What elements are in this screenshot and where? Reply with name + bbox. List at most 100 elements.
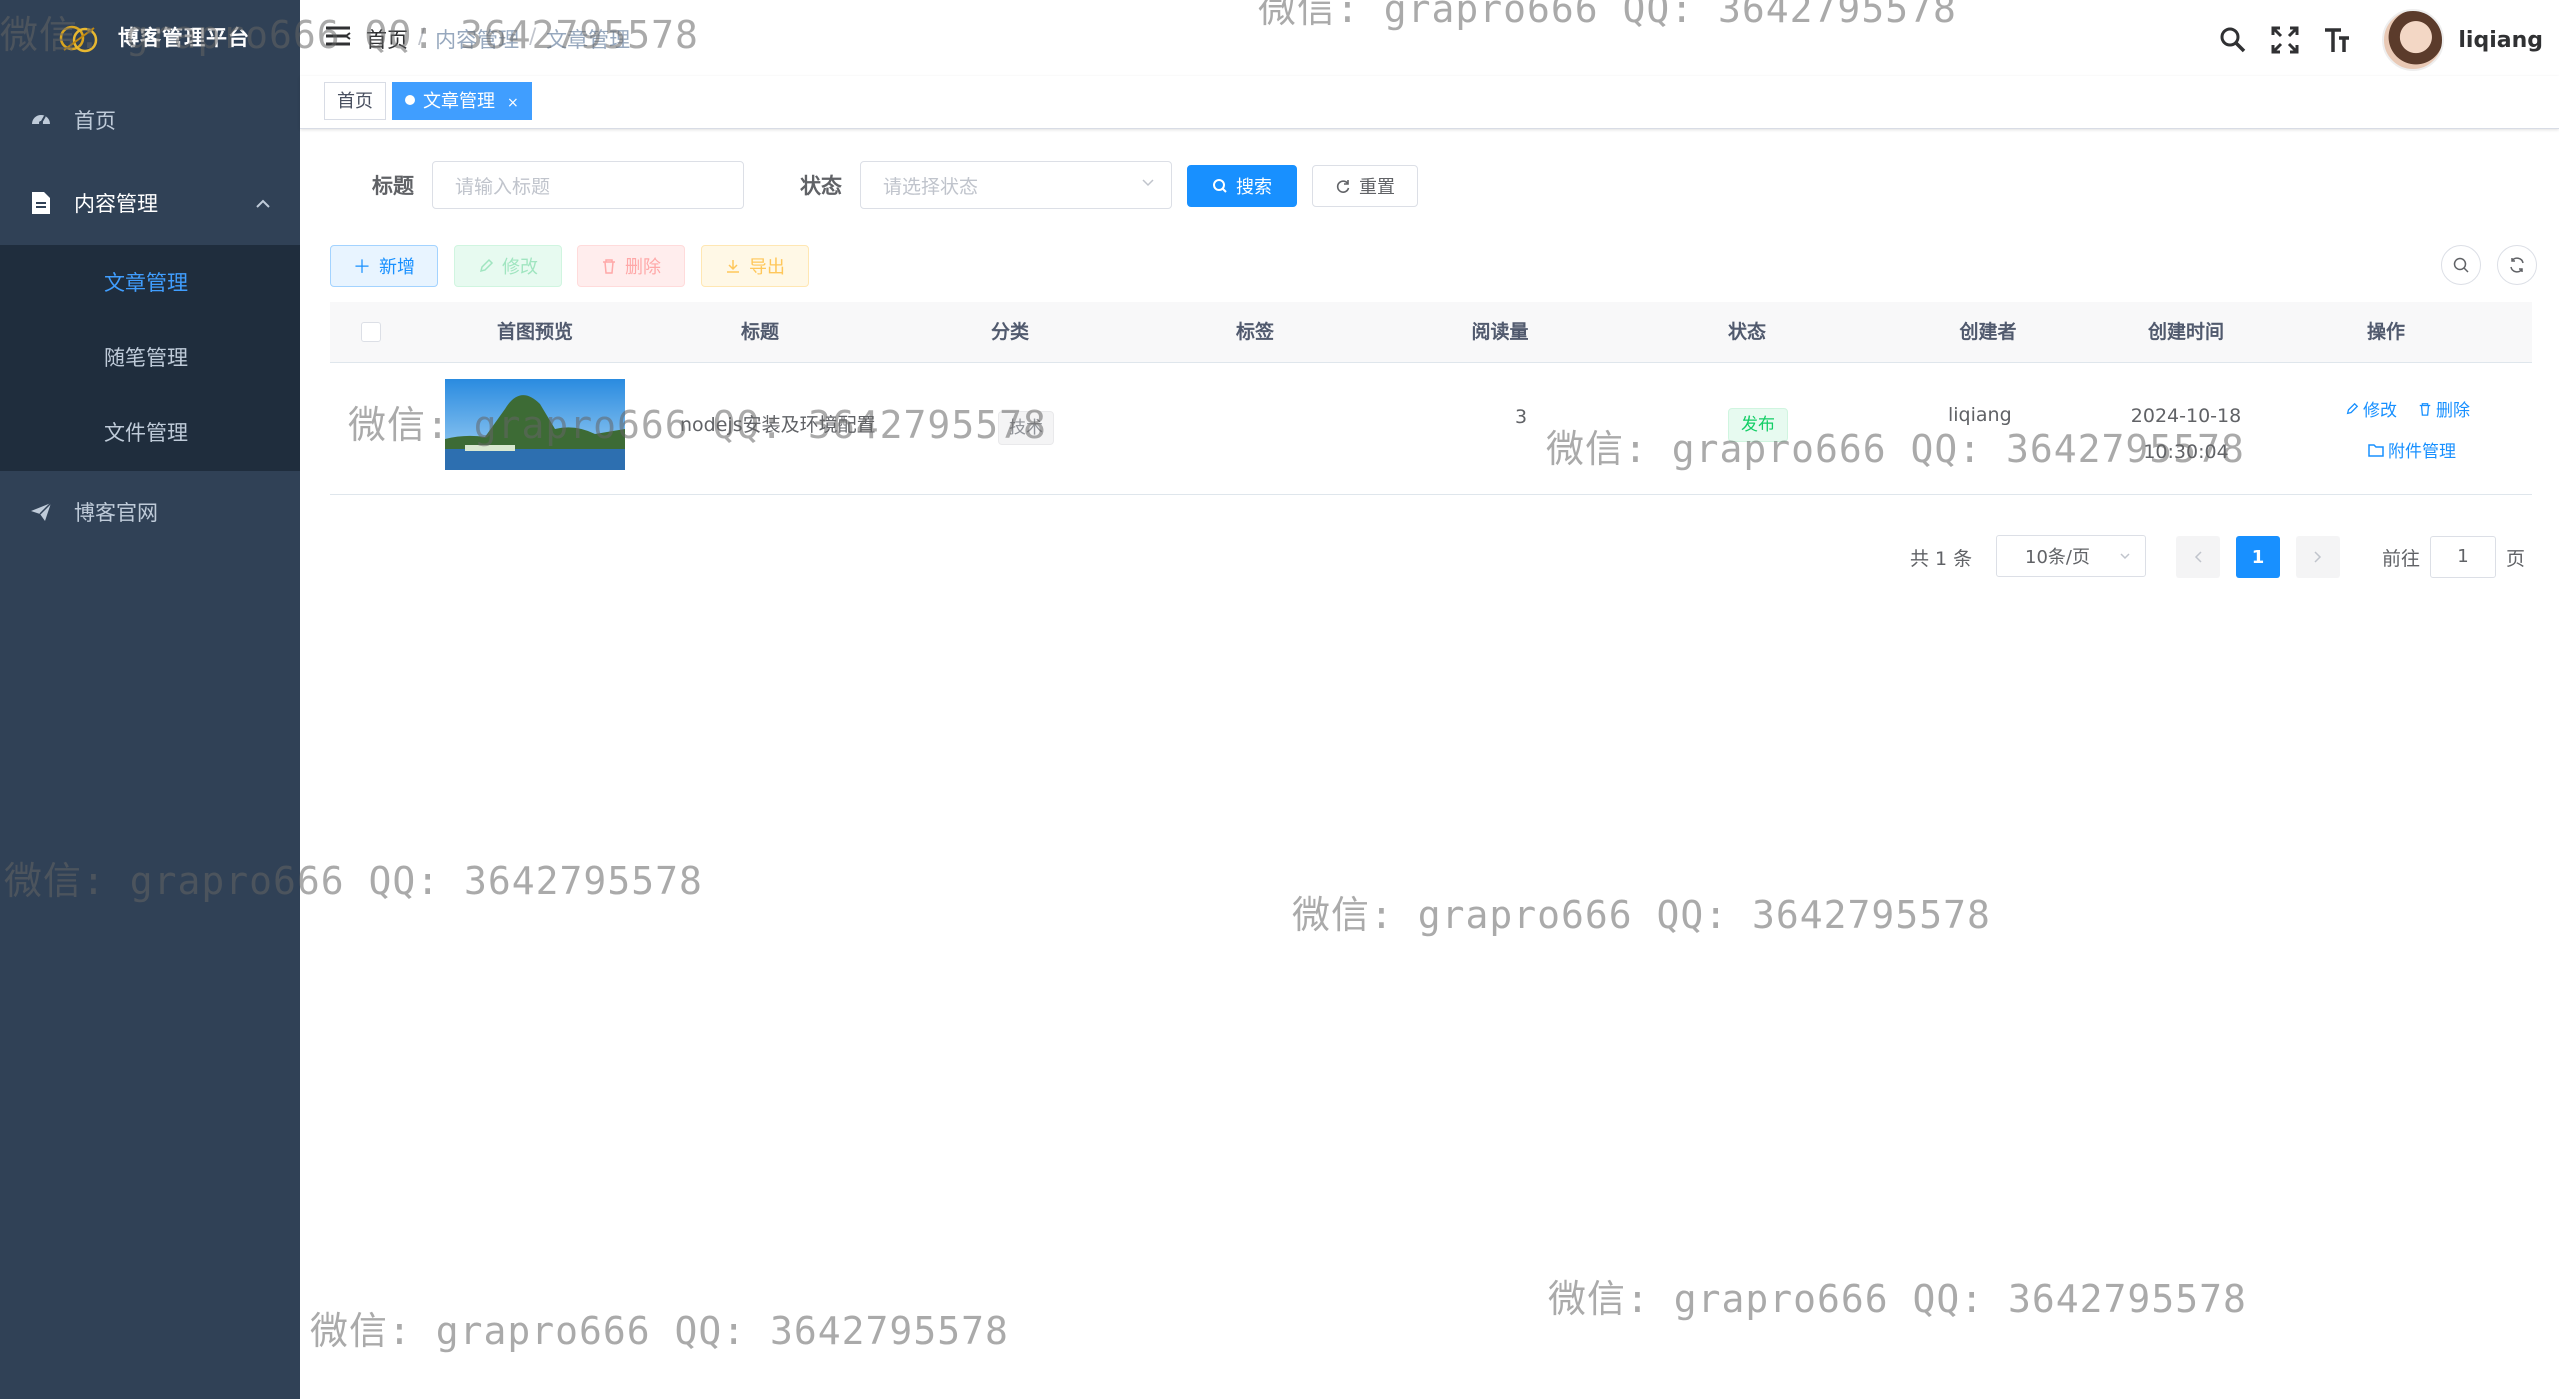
column-header: 操作 — [2366, 321, 2405, 343]
username[interactable]: liqiang — [2458, 28, 2543, 53]
fullscreen-icon[interactable] — [2270, 25, 2300, 55]
column-header: 首图预览 — [496, 321, 573, 343]
export-button-label: 导出 — [749, 257, 785, 278]
watermark-text: 微信: grapro666 QQ: 3642795578 — [310, 1309, 1009, 1353]
prev-page-button[interactable] — [2176, 536, 2220, 578]
tag-home[interactable]: 首页 — [324, 82, 386, 120]
edit-icon — [479, 258, 494, 273]
breadcrumb-articles: 文章管理 — [546, 28, 631, 52]
edit-button-label: 修改 — [502, 257, 538, 278]
refresh-icon — [1336, 180, 1350, 193]
submenu-item-files[interactable]: 文件管理 — [0, 395, 300, 469]
search-icon — [2453, 257, 2469, 273]
tag-articles-label: 文章管理 — [423, 91, 495, 112]
creator-name: liqiang — [1948, 404, 2012, 426]
chevron-down-icon — [2120, 553, 2130, 560]
status-label: 状态 — [800, 174, 842, 198]
search-icon — [1213, 179, 1227, 193]
paper-plane-icon — [28, 499, 54, 525]
table-header: 首图预览 标题 分类 标签 阅读量 状态 创建者 创建时间 操作 — [330, 302, 2532, 363]
submenu-content: 文章管理 随笔管理 文件管理 — [0, 245, 300, 471]
column-header: 分类 — [990, 321, 1029, 343]
tags-view: 首页 文章管理 × — [300, 76, 2559, 129]
watermark-text: 微信: grapro666 QQ: 3642795578 — [1548, 1277, 2247, 1321]
logo-row[interactable]: 博客管理平台 — [0, 0, 300, 76]
menu-item-home[interactable]: 首页 — [0, 80, 300, 160]
create-date: 2024-10-18 — [2130, 405, 2242, 427]
cover-thumbnail[interactable] — [445, 379, 625, 470]
menu-item-blog-site[interactable]: 博客官网 — [0, 472, 300, 552]
goto-suffix: 页 — [2506, 548, 2526, 570]
app-title: 博客管理平台 — [118, 26, 250, 50]
export-button[interactable]: 导出 — [701, 245, 809, 287]
page-number-button[interactable]: 1 — [2236, 536, 2280, 578]
avatar[interactable] — [2382, 9, 2445, 71]
delete-button[interactable]: 删除 — [577, 245, 685, 287]
column-header: 创建者 — [1959, 321, 2017, 343]
breadcrumb-home[interactable]: 首页 — [366, 24, 408, 54]
title-label: 标题 — [372, 174, 414, 198]
hamburger-icon[interactable] — [324, 24, 352, 48]
logo-icon — [59, 25, 98, 53]
close-icon[interactable]: × — [507, 95, 519, 111]
submenu-label-files: 文件管理 — [104, 421, 188, 445]
folder-icon — [2368, 443, 2384, 457]
row-delete-label: 删除 — [2436, 401, 2470, 421]
row-title: nodejs安装及环境配置 — [680, 414, 876, 436]
refresh-icon — [2510, 257, 2524, 273]
row-attachments-label: 附件管理 — [2388, 442, 2456, 462]
pagination-total: 共 1 条 — [1910, 548, 1973, 570]
menu-item-content[interactable]: 内容管理 — [0, 163, 300, 243]
row-attachments-link[interactable]: 附件管理 — [2368, 437, 2456, 462]
toggle-search-button[interactable] — [2441, 245, 2481, 285]
refresh-table-button[interactable] — [2497, 245, 2537, 285]
next-page-button[interactable] — [2296, 536, 2340, 578]
navbar-right: liqiang — [2218, 9, 2543, 71]
reset-button[interactable]: 重置 — [1312, 165, 1418, 207]
breadcrumb: 首页 / 内容管理 / 文章管理 — [366, 24, 630, 54]
table-row: nodejs安装及环境配置 技术 3 发布 liqiang 2024-10-18… — [330, 362, 2532, 495]
status-select[interactable]: 请选择状态 — [860, 161, 1172, 209]
search-icon[interactable] — [2218, 25, 2248, 55]
page-size-select[interactable]: 10条/页 — [1996, 535, 2146, 577]
column-header: 标题 — [740, 321, 779, 343]
row-delete-link[interactable]: 删除 — [2418, 396, 2470, 421]
status-tag: 发布 — [1728, 408, 1788, 442]
download-icon — [727, 260, 739, 273]
status-placeholder: 请选择状态 — [883, 175, 979, 198]
submenu-item-essays[interactable]: 随笔管理 — [0, 320, 300, 394]
navbar: 首页 / 内容管理 / 文章管理 liqiang — [300, 0, 2559, 76]
title-search-input[interactable]: 请输入标题 — [432, 161, 744, 209]
column-header: 标签 — [1235, 321, 1274, 343]
submenu-label-articles: 文章管理 — [104, 271, 188, 295]
edit-icon — [2346, 402, 2359, 414]
document-icon — [28, 190, 54, 216]
submenu-item-articles[interactable]: 文章管理 — [0, 245, 300, 319]
goto-page-input[interactable]: 1 — [2430, 536, 2496, 578]
tag-articles[interactable]: 文章管理 × — [392, 82, 532, 120]
trash-icon — [603, 259, 615, 274]
add-button-label: 新增 — [379, 257, 415, 278]
reset-button-label: 重置 — [1359, 177, 1395, 198]
delete-button-label: 删除 — [625, 257, 661, 278]
chevron-right-icon — [2314, 551, 2322, 563]
select-all-checkbox[interactable] — [361, 322, 381, 342]
dashboard-icon — [28, 107, 54, 133]
row-edit-label: 修改 — [2363, 401, 2397, 421]
breadcrumb-content: 内容管理 — [435, 28, 520, 52]
category-tag: 技术 — [998, 411, 1054, 445]
edit-button[interactable]: 修改 — [454, 245, 562, 287]
add-button[interactable]: ＋ 新增 — [330, 245, 438, 287]
create-time-value: 10:30:04 — [2143, 441, 2229, 463]
breadcrumb-separator: / — [418, 24, 426, 48]
read-count: 3 — [1515, 406, 1528, 428]
font-size-icon[interactable] — [2322, 25, 2352, 55]
goto-prefix: 前往 — [2382, 548, 2421, 570]
active-dot-icon — [405, 95, 415, 105]
search-button[interactable]: 搜索 — [1187, 165, 1297, 207]
sidebar: 博客管理平台 首页 内容管理 文章管理 随笔管理 文件管理 博客官网 — [0, 0, 300, 1399]
menu-label-content: 内容管理 — [74, 192, 158, 216]
row-edit-link[interactable]: 修改 — [2345, 396, 2397, 421]
title-placeholder: 请输入标题 — [455, 175, 551, 198]
chevron-down-icon — [1142, 179, 1154, 187]
